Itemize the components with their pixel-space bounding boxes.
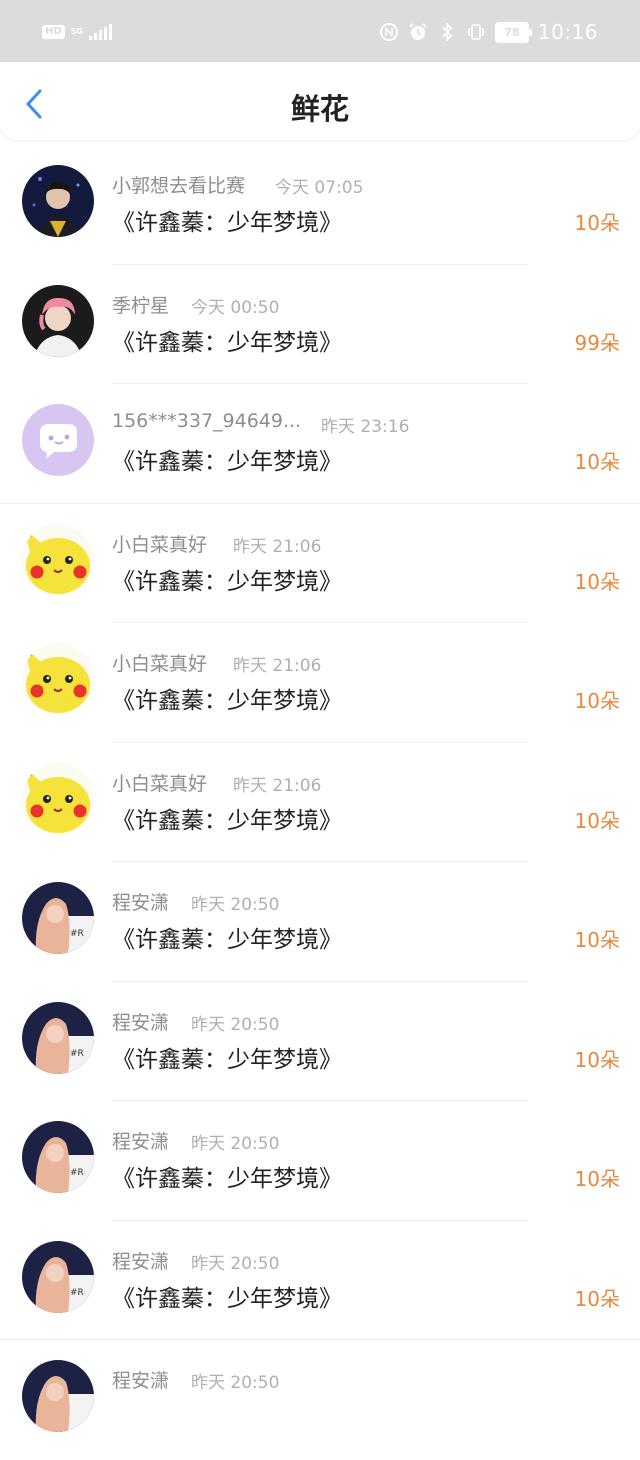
alarm-icon (408, 22, 428, 42)
gift-time: 昨天 20:50 (191, 1014, 280, 1035)
list-item[interactable]: #R 程安潇 昨天 20:50 《许鑫蓁：少年梦境》 10朵 (0, 862, 640, 982)
list-item[interactable]: #R 程安潇 昨天 20:50 《许鑫蓁：少年梦境》 10朵 (0, 982, 640, 1101)
svg-text:#R: #R (70, 1288, 84, 1298)
flower-amount: 10朵 (574, 211, 620, 235)
sender-name: 156***337_94649... (112, 410, 302, 432)
sender-name: 程安潇 (112, 1250, 170, 1273)
status-bar: HD 5G 78 10:16 (0, 0, 640, 62)
avatar[interactable] (22, 762, 94, 835)
flower-amount: 10朵 (574, 808, 620, 833)
book-title: 《许鑫蓁：少年梦境》 (112, 1046, 342, 1073)
list-item[interactable]: 程安潇 昨天 20:50 (0, 1340, 640, 1460)
avatar[interactable]: #R (22, 1240, 94, 1313)
list-item[interactable]: 小郭想去看比赛 今天 07:05 《许鑫蓁：少年梦境》 10朵 (0, 145, 640, 265)
flower-amount: 10朵 (574, 1167, 620, 1191)
flower-amount: 99朵 (574, 330, 620, 355)
book-title: 《许鑫蓁：少年梦境》 (112, 1285, 342, 1312)
sender-name: 小白菜真好 (112, 772, 208, 795)
avatar[interactable] (22, 643, 94, 715)
list-item[interactable]: 小白菜真好 昨天 21:06 《许鑫蓁：少年梦境》 10朵 (0, 743, 640, 862)
book-title: 《许鑫蓁：少年梦境》 (112, 210, 342, 236)
sender-name: 季柠星 (112, 294, 170, 317)
gift-time: 昨天 20:50 (191, 1134, 280, 1154)
avatar[interactable]: #R (22, 1121, 94, 1193)
list-item[interactable]: 156***337_94649... 昨天 23:16 《许鑫蓁：少年梦境》 1… (0, 384, 640, 504)
svg-text:#R: #R (70, 1168, 84, 1178)
hd-badge: HD (42, 25, 65, 39)
sender-name: 程安潇 (112, 892, 170, 914)
avatar[interactable] (22, 1360, 94, 1432)
svg-text:#R: #R (70, 929, 84, 939)
battery-icon: 78 (494, 21, 532, 43)
status-right: 78 10:16 (379, 20, 598, 44)
list-item[interactable]: 小白菜真好 昨天 21:06 《许鑫蓁：少年梦境》 10朵 (0, 623, 640, 743)
sender-name: 程安潇 (112, 1131, 170, 1153)
gift-time: 昨天 21:06 (233, 775, 322, 796)
gift-time: 昨天 21:06 (233, 536, 322, 557)
page-title: 鲜花 (290, 92, 349, 126)
book-title: 《许鑫蓁：少年梦境》 (112, 807, 342, 834)
signal-icon (88, 24, 112, 40)
status-left: HD 5G (42, 24, 112, 40)
avatar[interactable] (22, 523, 94, 596)
nfc-icon (379, 22, 399, 42)
book-title: 《许鑫蓁：少年梦境》 (112, 449, 342, 475)
gift-time: 今天 07:05 (275, 178, 364, 198)
flower-amount: 10朵 (574, 928, 620, 952)
gift-time: 昨天 20:50 (191, 1253, 280, 1274)
flower-amount: 10朵 (574, 689, 620, 713)
flower-amount: 10朵 (574, 569, 620, 594)
avatar[interactable]: #R (22, 1001, 94, 1074)
nav-header: 鲜花 (0, 62, 640, 140)
gift-time: 今天 00:50 (191, 297, 280, 318)
svg-text:#R: #R (70, 1049, 84, 1059)
clock: 10:16 (537, 20, 598, 44)
vibrate-icon (466, 22, 486, 42)
sender-name: 程安潇 (112, 1370, 170, 1392)
avatar[interactable] (22, 284, 94, 357)
flower-amount: 10朵 (574, 1047, 620, 1072)
gift-time: 昨天 23:16 (321, 417, 410, 437)
list-item[interactable]: 小白菜真好 昨天 21:06 《许鑫蓁：少年梦境》 10朵 (0, 504, 640, 623)
sender-name: 小白菜真好 (112, 653, 208, 675)
avatar[interactable]: #R (22, 882, 94, 954)
sender-name: 小郭想去看比赛 (112, 175, 246, 197)
book-title: 《许鑫蓁：少年梦境》 (112, 1166, 342, 1192)
gift-time: 昨天 21:06 (233, 656, 322, 676)
book-title: 《许鑫蓁：少年梦境》 (112, 568, 342, 595)
book-title: 《许鑫蓁：少年梦境》 (112, 927, 342, 953)
avatar[interactable] (22, 404, 94, 476)
list-item[interactable]: #R 程安潇 昨天 20:50 《许鑫蓁：少年梦境》 10朵 (0, 1221, 640, 1340)
list-item[interactable]: #R 程安潇 昨天 20:50 《许鑫蓁：少年梦境》 10朵 (0, 1101, 640, 1221)
gift-time: 昨天 20:50 (191, 895, 280, 915)
flower-amount: 10朵 (574, 450, 620, 474)
flower-gift-list: 小郭想去看比赛 今天 07:05 《许鑫蓁：少年梦境》 10朵 季柠星 今天 0… (0, 145, 640, 1460)
book-title: 《许鑫蓁：少年梦境》 (112, 688, 342, 714)
gift-time: 昨天 20:50 (191, 1373, 280, 1393)
sender-name: 程安潇 (112, 1011, 170, 1034)
network-type-label: 5G (70, 27, 83, 36)
bluetooth-icon (437, 22, 457, 42)
list-item[interactable]: 季柠星 今天 00:50 《许鑫蓁：少年梦境》 99朵 (0, 265, 640, 384)
sender-name: 小白菜真好 (112, 533, 208, 556)
avatar[interactable] (22, 165, 94, 237)
book-title: 《许鑫蓁：少年梦境》 (112, 329, 342, 356)
flower-amount: 10朵 (574, 1286, 620, 1311)
